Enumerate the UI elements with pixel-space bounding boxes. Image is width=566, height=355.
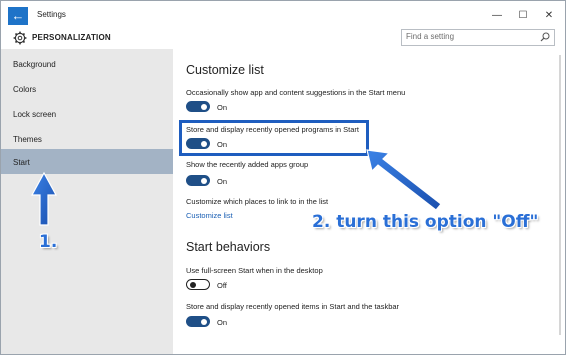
annotation-step-1: 1.	[39, 232, 58, 252]
arrow-up-icon	[30, 171, 58, 226]
settings-window: ← Settings — ☐ ✕ PERSONALIZATION Backgr	[0, 0, 566, 355]
arrow-diagonal-icon	[366, 149, 442, 211]
annotation-arrows	[30, 149, 442, 226]
annotation-step-2: 2. turn this option "Off"	[312, 212, 539, 232]
